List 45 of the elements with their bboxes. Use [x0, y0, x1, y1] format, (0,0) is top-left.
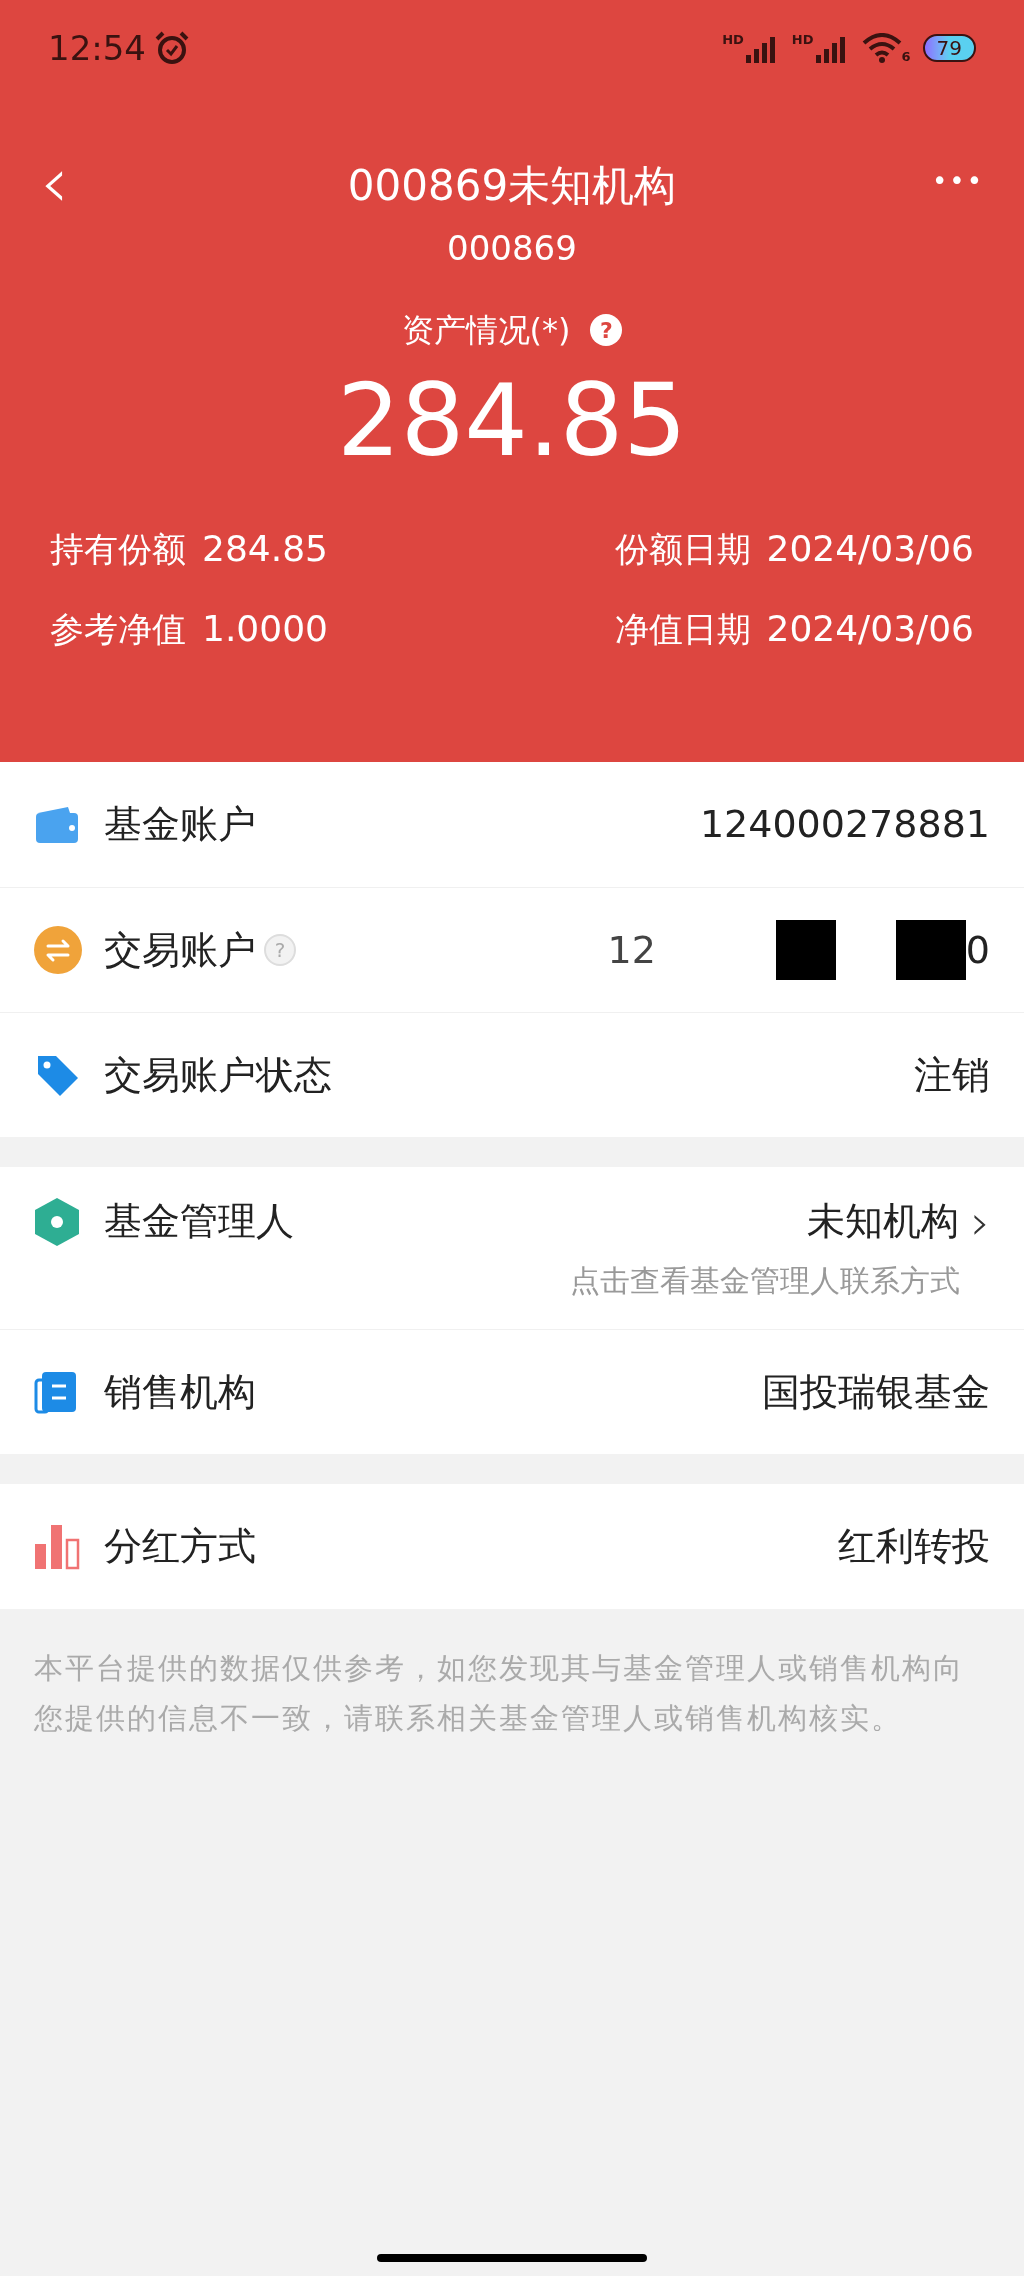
- network-label: HD: [722, 33, 744, 46]
- row-value: 国投瑞银基金: [762, 1368, 990, 1416]
- row-label: 销售机构: [104, 1368, 256, 1416]
- contact-link[interactable]: 点击查看基金管理人联系方式: [570, 1258, 960, 1303]
- help-icon[interactable]: ?: [590, 314, 623, 346]
- more-button[interactable]: •••: [932, 168, 984, 194]
- wifi-band-label: 6: [901, 50, 911, 63]
- stat-label: 净值日期: [614, 607, 751, 651]
- stat-label: 份额日期: [614, 527, 751, 571]
- hexagon-icon: [34, 1196, 80, 1247]
- row-label: 基金账户: [104, 801, 256, 848]
- wifi-icon: [861, 33, 902, 63]
- disclaimer-text: 本平台提供的数据仅供参考，如您发现其与基金管理人或销售机构向您提供的信息不一致，请联系相关基金管理人或销售机构核实。: [33, 1650, 965, 1737]
- alarm-icon: [154, 30, 190, 66]
- exchange-icon: [34, 926, 82, 974]
- row-label: 分红方式: [104, 1523, 256, 1570]
- row-label: 基金管理人: [104, 1198, 294, 1245]
- battery-indicator: 79: [922, 34, 976, 62]
- page-title: 000869未知机构: [347, 160, 677, 212]
- stat-value: 2024/03/06: [766, 527, 974, 571]
- row-value: 124000278881: [699, 801, 990, 848]
- row-value: 未知机构: [806, 1198, 959, 1245]
- row-label: 交易账户状态: [104, 1051, 332, 1099]
- book-icon: [34, 1370, 78, 1414]
- account-number: 0: [965, 926, 990, 974]
- stat-label: 参考净值: [50, 607, 186, 651]
- account-number: 12: [607, 926, 656, 974]
- stat-value: 1.0000: [202, 607, 328, 651]
- asset-label: 资产情况(*): [401, 310, 571, 351]
- redaction-block: [775, 920, 836, 980]
- network-label: HD: [791, 33, 814, 46]
- status-time: 12:54: [48, 26, 146, 70]
- stat-value: 284.85: [202, 527, 328, 571]
- row-value: 注销: [914, 1051, 990, 1099]
- row-label: 交易账户: [104, 926, 256, 974]
- stat-value: 2024/03/06: [766, 607, 974, 651]
- redaction-block: [895, 920, 966, 980]
- back-button[interactable]: ‹: [40, 146, 69, 218]
- row-value: 红利转投: [838, 1523, 990, 1570]
- fund-code: 000869: [447, 227, 577, 270]
- asset-value: 284.85: [337, 361, 687, 481]
- chevron-icon[interactable]: ›: [970, 1197, 990, 1246]
- wallet-icon: [34, 804, 80, 845]
- stat-label: 持有份额: [50, 527, 186, 571]
- bar-chart-icon: [34, 1523, 80, 1570]
